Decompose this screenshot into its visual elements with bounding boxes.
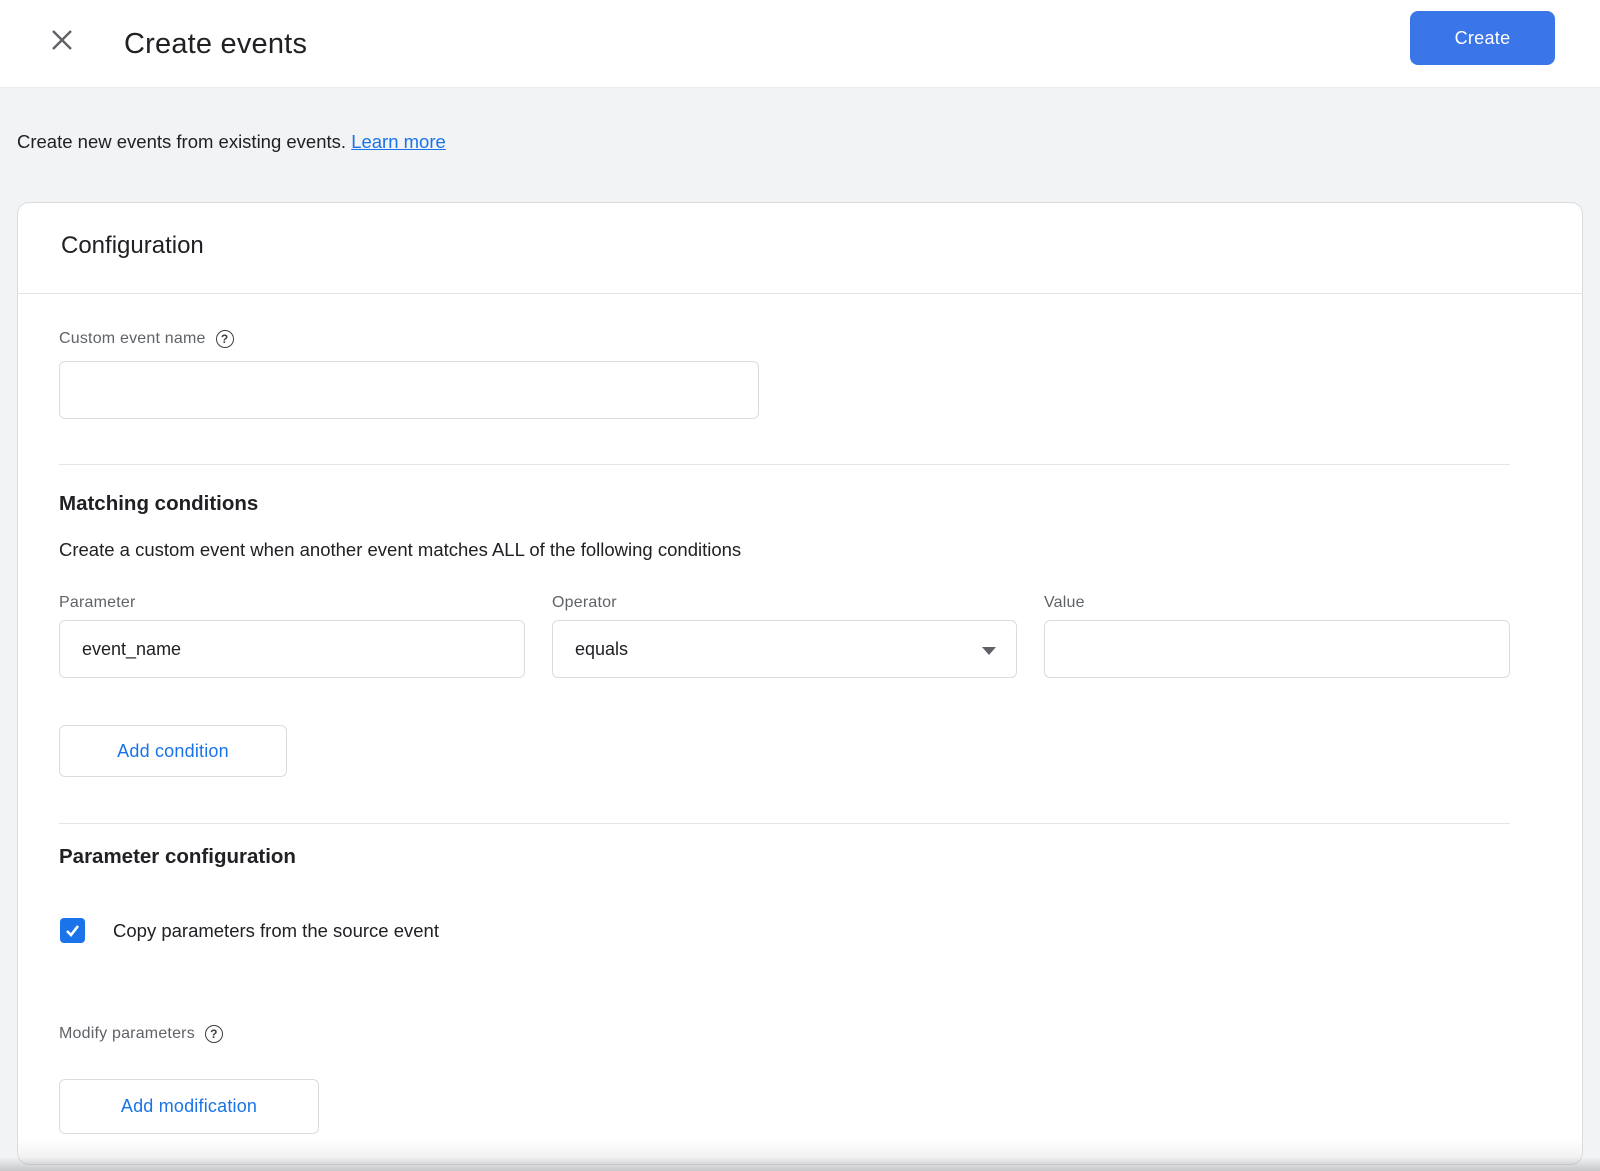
copy-parameters-row: Copy parameters from the source event [60,918,439,943]
divider [59,464,1510,465]
operator-label: Operator [552,594,617,611]
custom-event-name-label: Custom event name ? [59,330,234,348]
matching-conditions-description: Create a custom event when another event… [59,539,742,560]
copy-parameters-label: Copy parameters from the source event [113,919,439,941]
copy-parameters-checkbox[interactable] [60,918,85,943]
page-title: Create events [124,27,308,60]
modify-parameters-label: Modify parameters ? [59,1025,223,1043]
configuration-title: Configuration [61,232,204,259]
card-bottom-shadow [18,1138,1582,1164]
divider [18,293,1582,294]
close-icon[interactable] [45,23,79,57]
operator-selected-value: equals [575,638,629,659]
add-modification-button[interactable]: Add modification [59,1079,319,1134]
parameter-label: Parameter [59,594,136,611]
divider [59,823,1510,824]
parameter-configuration-title: Parameter configuration [59,845,296,868]
dialog-header: Create events Create [0,0,1600,88]
value-label: Value [1044,594,1085,611]
learn-more-link[interactable]: Learn more [351,131,446,152]
add-condition-button[interactable]: Add condition [59,725,287,777]
caret-down-icon [982,647,996,655]
value-input[interactable] [1044,620,1510,678]
custom-event-name-input[interactable] [59,361,759,419]
parameter-input[interactable] [59,620,525,678]
intro-text: Create new events from existing events. … [17,131,446,153]
help-icon[interactable]: ? [204,1025,223,1043]
create-button[interactable]: Create [1410,11,1555,65]
intro-sentence: Create new events from existing events. [17,131,347,152]
matching-conditions-title: Matching conditions [59,492,259,515]
operator-select[interactable]: equals [552,620,1017,678]
help-icon[interactable]: ? [215,330,234,348]
configuration-card: Configuration Custom event name ? Matchi… [17,202,1583,1165]
